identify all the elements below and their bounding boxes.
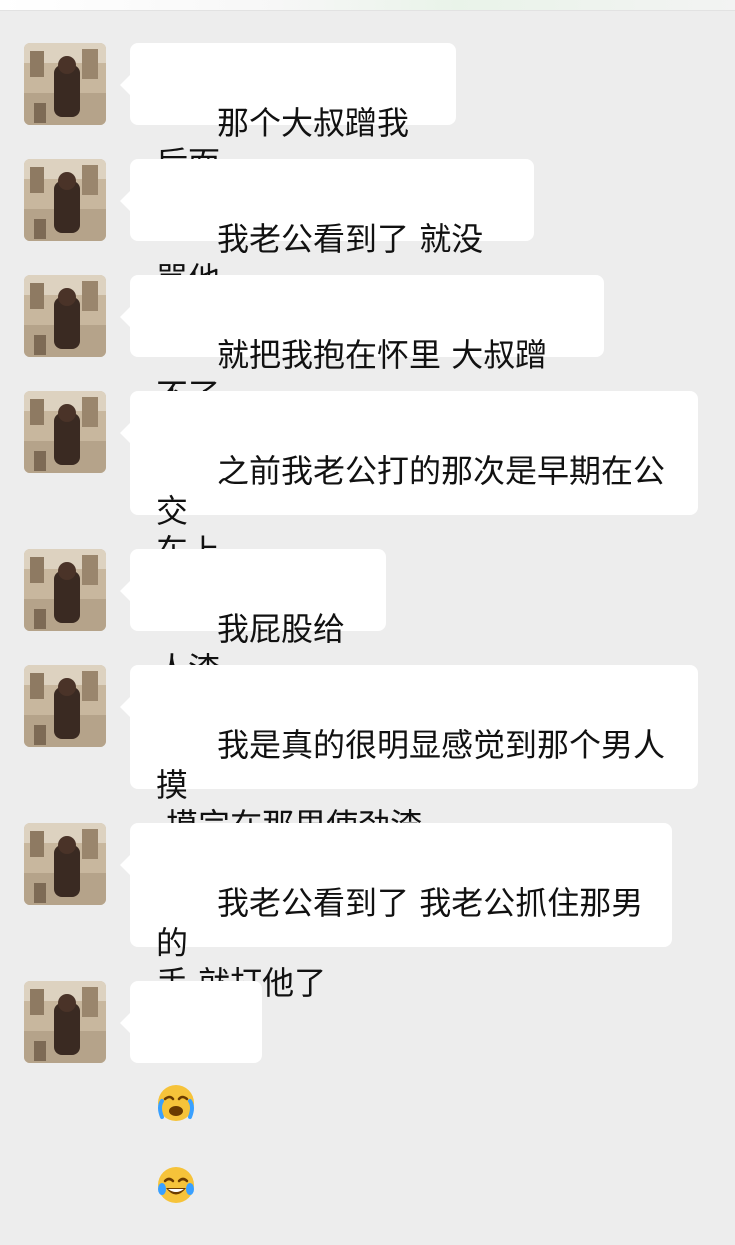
avatar[interactable] (24, 549, 106, 631)
message-bubble[interactable]: 我屁股给人渣 (120, 549, 386, 688)
message-bubble[interactable]: 那个大叔蹭我后面 (120, 43, 456, 182)
avatar[interactable] (24, 823, 106, 905)
loudly-crying-face-icon (158, 1085, 194, 1121)
avatar[interactable] (24, 159, 106, 241)
message-bubble[interactable] (120, 981, 262, 1203)
avatar-image (24, 665, 106, 747)
message-bubble[interactable]: 我老公看到了 就没骂他 (120, 159, 534, 298)
avatar[interactable] (24, 43, 106, 125)
chat-message-list[interactable]: 那个大叔蹭我后面 我老公看到了 就没骂他 (0, 0, 735, 1203)
message-bubble[interactable]: 就把我抱在怀里 大叔蹭不了 (120, 275, 604, 414)
avatar-image (24, 275, 106, 357)
avatar-image (24, 549, 106, 631)
avatar[interactable] (24, 391, 106, 473)
avatar-image (24, 391, 106, 473)
face-with-tears-of-joy-icon (158, 1167, 194, 1203)
avatar[interactable] (24, 275, 106, 357)
avatar-image (24, 43, 106, 125)
avatar[interactable] (24, 981, 106, 1063)
message-bubble[interactable]: 我是真的很明显感觉到那个男人摸 摸完在那里使劲渣 (120, 665, 698, 844)
avatar[interactable] (24, 665, 106, 747)
avatar-image (24, 159, 106, 241)
avatar-image (24, 823, 106, 905)
message-bubble[interactable]: 之前我老公打的那次是早期在公交 车上 (120, 391, 698, 570)
avatar-image (24, 981, 106, 1063)
message-bubble[interactable]: 我老公看到了 我老公抓住那男的 手 就打他了 (120, 823, 672, 1002)
